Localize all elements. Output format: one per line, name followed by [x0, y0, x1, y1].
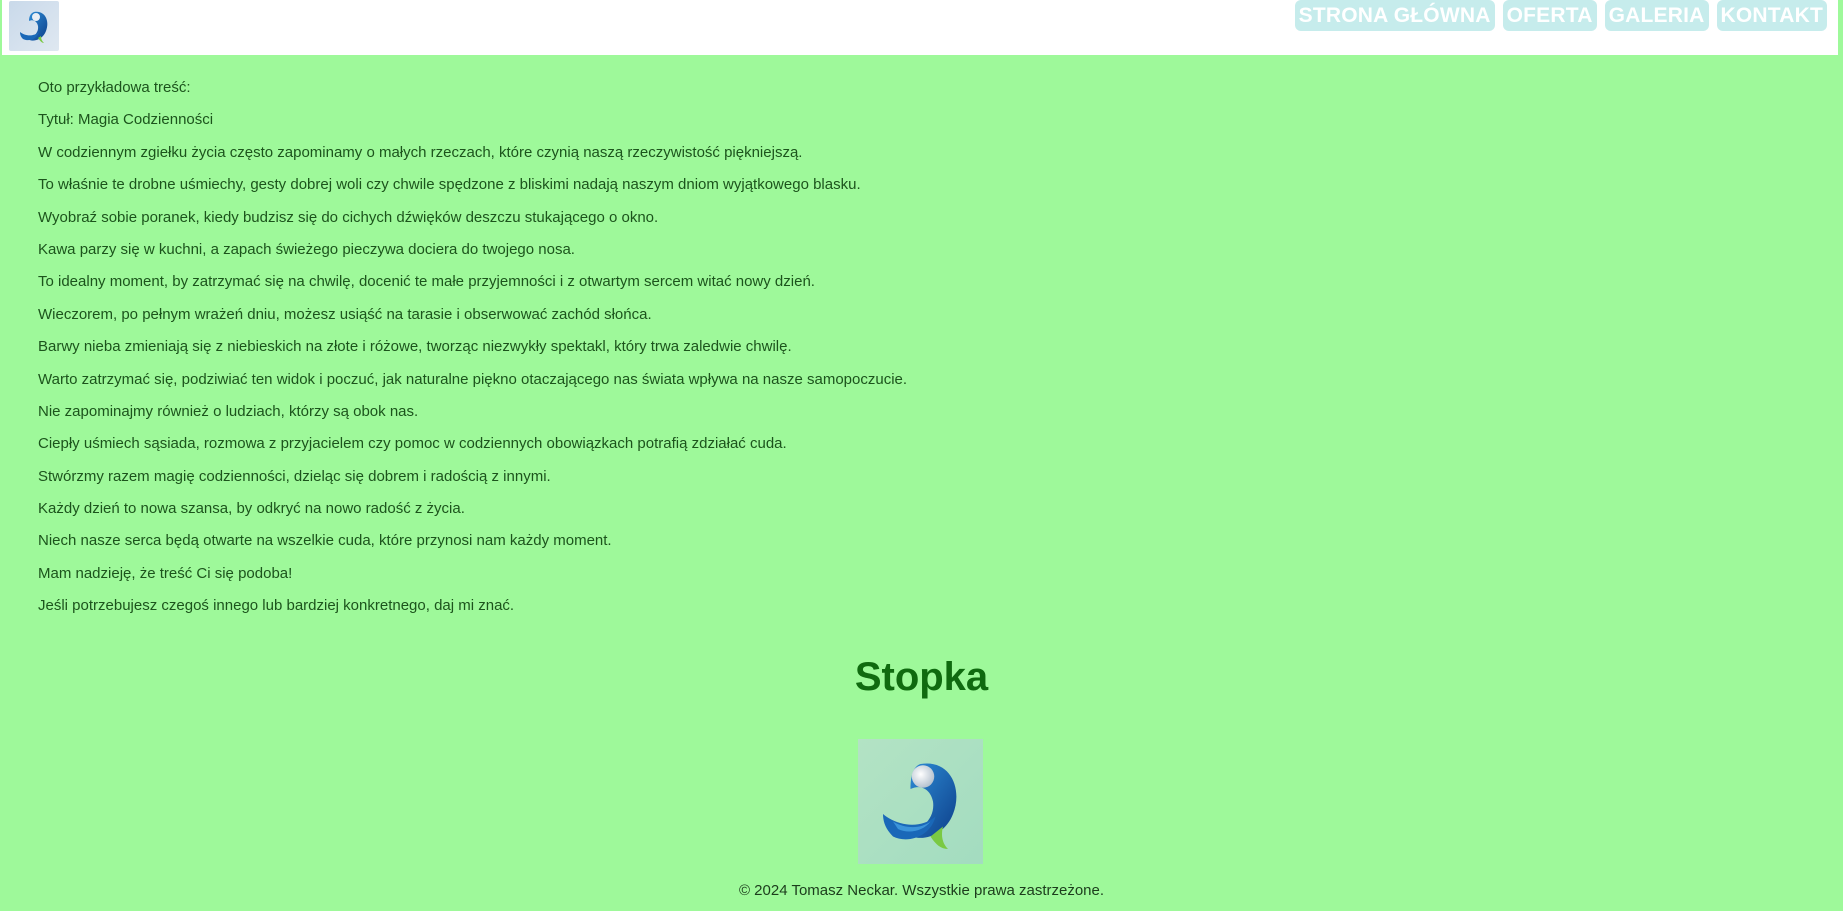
- paragraph: Ciepły uśmiech sąsiada, rozmowa z przyja…: [38, 435, 787, 453]
- bird-logo-icon: [858, 739, 983, 864]
- paragraph: Wieczorem, po pełnym wrażeń dniu, możesz…: [38, 305, 652, 323]
- header-bar: STRONA GŁÓWNA OFERTA GALERIA KONTAKT: [2, 0, 1838, 55]
- paragraph: Oto przykładowa treść:: [38, 79, 191, 96]
- nav-strona-glowna[interactable]: STRONA GŁÓWNA: [1294, 0, 1495, 31]
- nav-oferta[interactable]: OFERTA: [1502, 0, 1597, 31]
- paragraph: Warto zatrzymać się, podziwiać ten widok…: [38, 370, 908, 388]
- paragraph: Kawa parzy się w kuchni, a zapach świeże…: [38, 240, 575, 258]
- paragraph: To właśnie te drobne uśmiechy, gesty dob…: [38, 176, 861, 194]
- bird-logo-icon: [9, 1, 59, 51]
- paragraph: Nie zapominajmy również o ludziach, któr…: [38, 402, 419, 420]
- copyright-text: © 2024 Tomasz Neckar. Wszystkie prawa za…: [738, 882, 1105, 899]
- paragraph: Niech nasze serca będą otwarte na wszelk…: [38, 532, 612, 550]
- nav-kontakt[interactable]: KONTAKT: [1716, 0, 1827, 31]
- header: STRONA GŁÓWNA OFERTA GALERIA KONTAKT: [0, 0, 1843, 56]
- paragraph: W codziennym zgiełku życia często zapomi…: [38, 143, 803, 161]
- paragraph: Każdy dzień to nowa szansa, by odkryć na…: [38, 500, 465, 518]
- paragraph: To idealny moment, by zatrzymać się na c…: [38, 273, 815, 291]
- paragraph: Tytuł: Magia Codzienności: [38, 111, 214, 129]
- footer-logo: [858, 739, 983, 864]
- nav-galeria[interactable]: GALERIA: [1604, 0, 1709, 31]
- logo[interactable]: [9, 1, 59, 51]
- main-content: Oto przykładowa treść: Tytuł: Magia Codz…: [38, 78, 1738, 629]
- paragraph: Jeśli potrzebujesz czegoś innego lub bar…: [38, 597, 515, 615]
- paragraph: Wyobraź sobie poranek, kiedy budzisz się…: [38, 208, 659, 226]
- paragraph: Stwórzmy razem magię codzienności, dziel…: [38, 467, 551, 485]
- main-nav: STRONA GŁÓWNA OFERTA GALERIA KONTAKT: [1294, 0, 1827, 31]
- paragraph: Barwy nieba zmieniają się z niebieskich …: [38, 338, 792, 356]
- footer-title: Stopka: [854, 655, 989, 699]
- paragraph: Mam nadzieję, że treść Ci się podoba!: [38, 564, 293, 582]
